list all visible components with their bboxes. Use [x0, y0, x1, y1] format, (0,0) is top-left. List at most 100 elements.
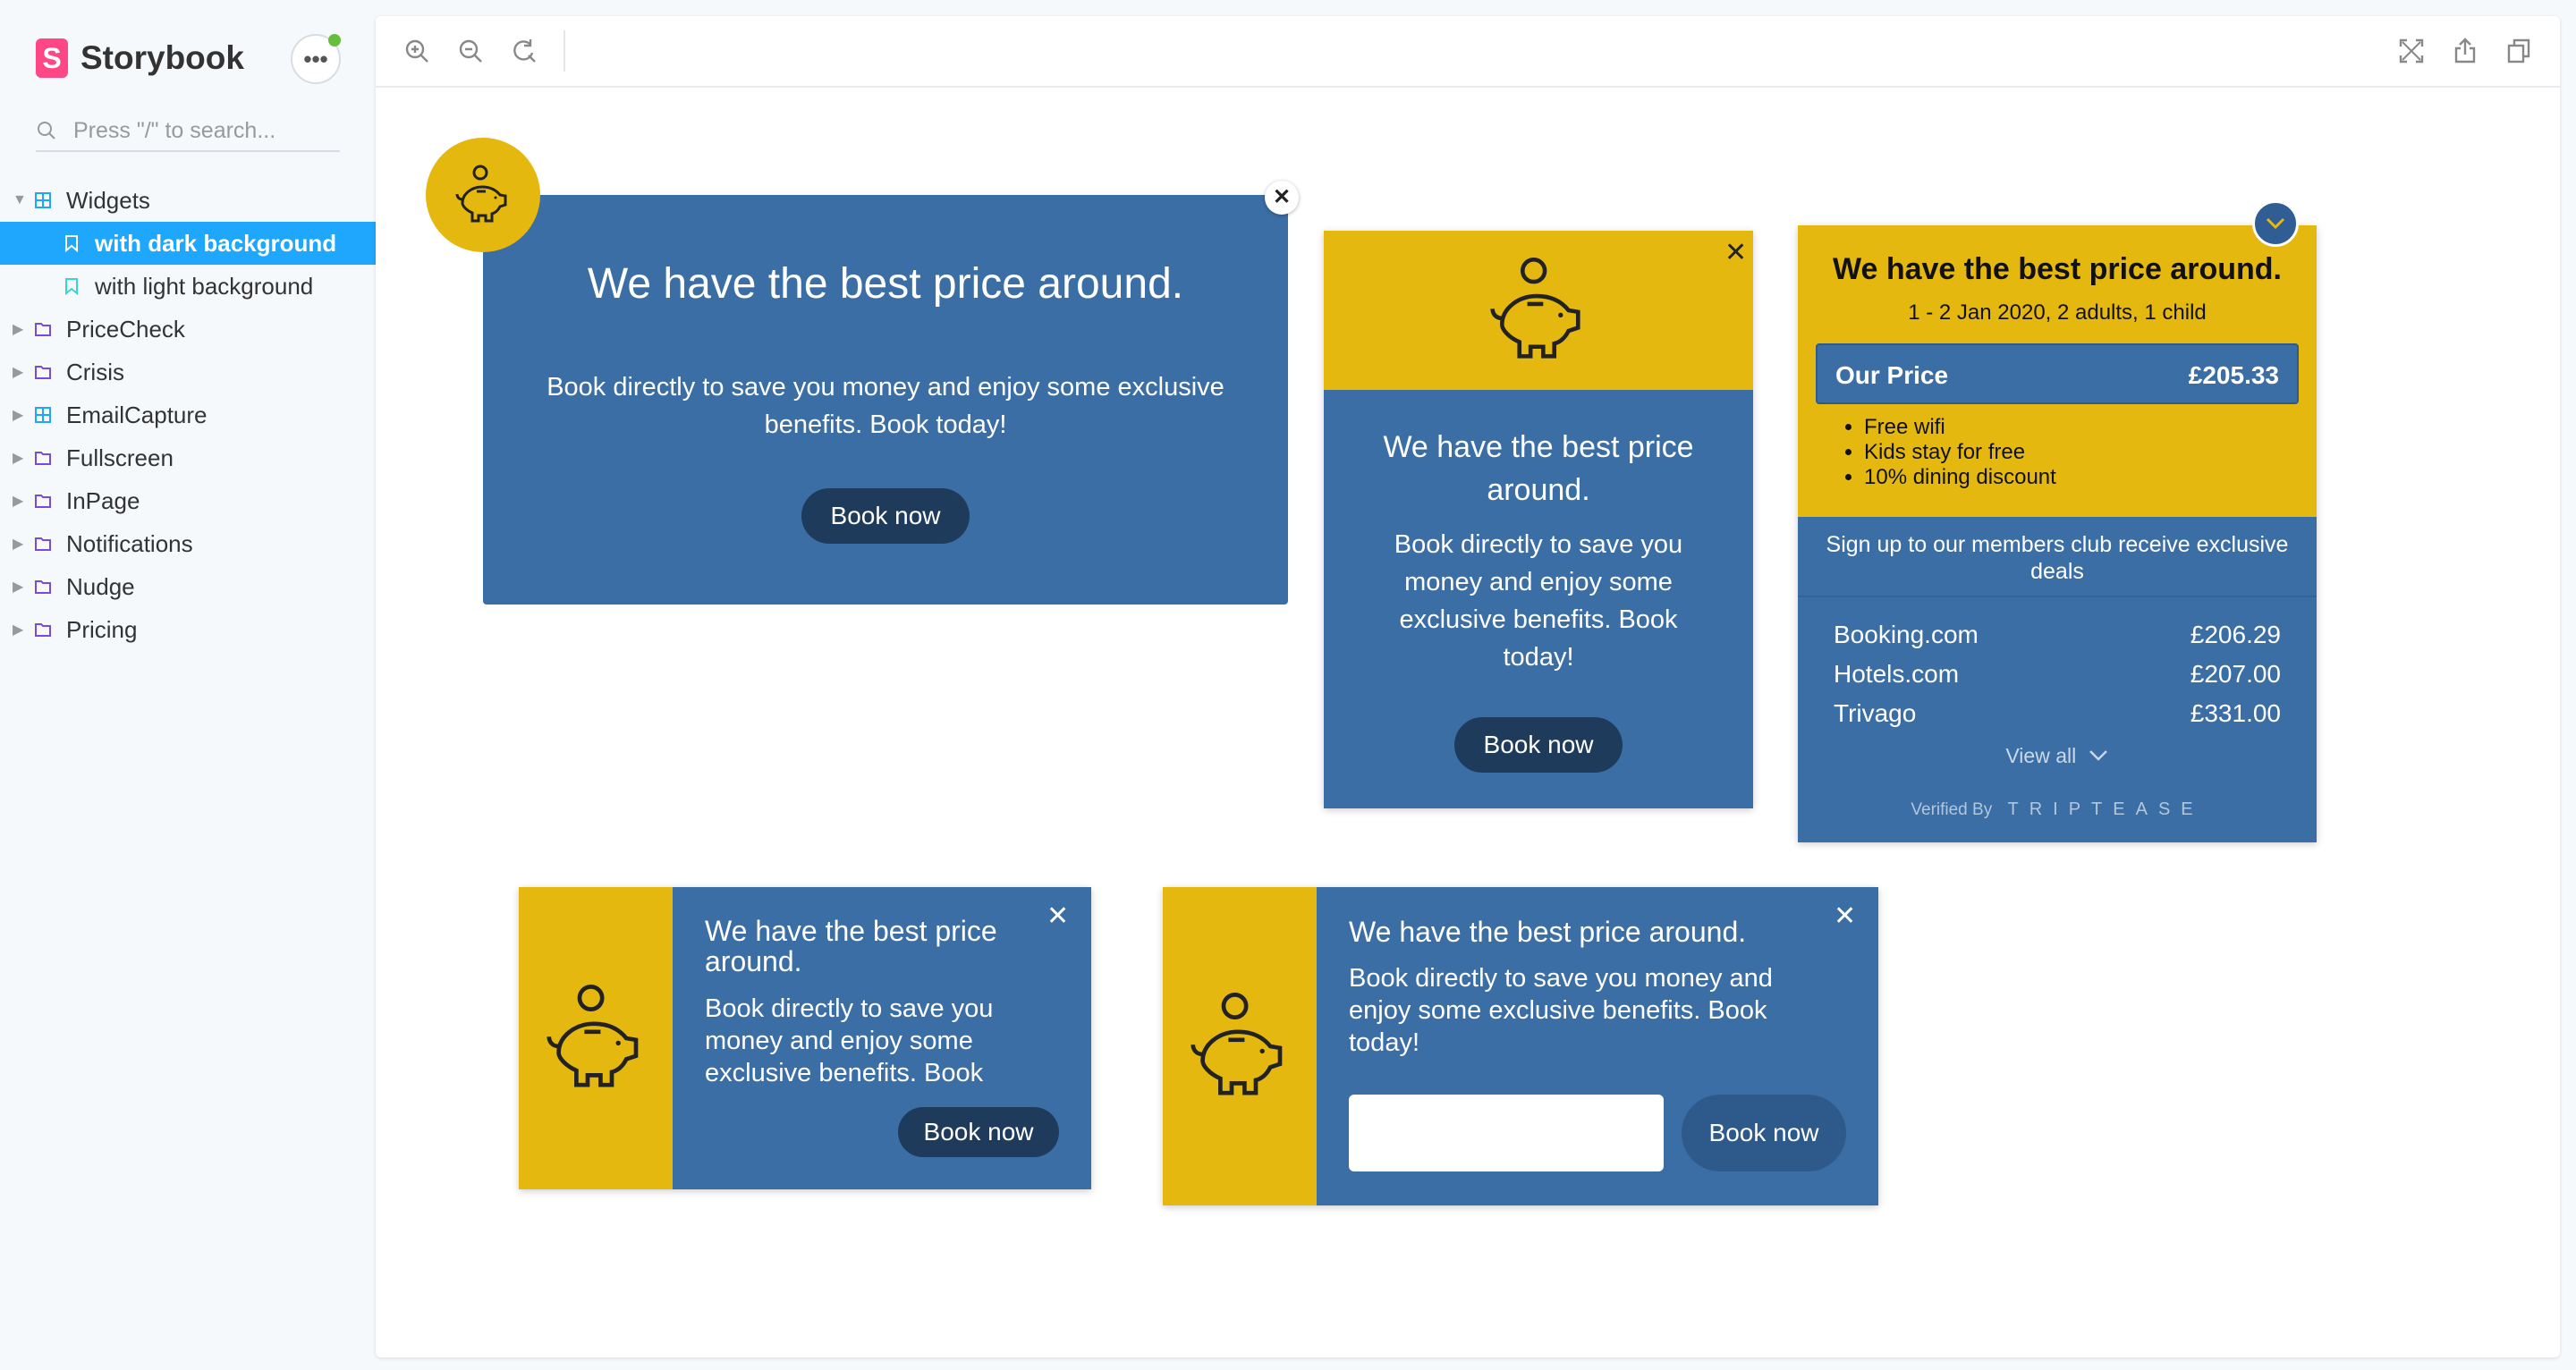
book-now-button[interactable]: Book now — [1682, 1095, 1846, 1171]
competitor-row: Hotels.com £207.00 — [1834, 660, 2281, 699]
sidebar-item-fullscreen[interactable]: ▶ Fullscreen — [0, 436, 376, 479]
benefits-list: Free wifi Kids stay for free 10% dining … — [1816, 415, 2056, 490]
sidebar-item-label: Widgets — [66, 186, 150, 214]
zoom-out-icon — [459, 39, 482, 63]
close-button[interactable]: ✕ — [1265, 181, 1299, 215]
banner-body: Book directly to save you money and enjo… — [547, 373, 1224, 439]
folder-icon — [32, 318, 54, 340]
competitor-list: Booking.com £206.29 Hotels.com £207.00 T… — [1834, 621, 2281, 739]
our-price-label: Our Price — [1835, 361, 1949, 389]
sidebar-item-pricecheck[interactable]: ▶ PriceCheck — [0, 308, 376, 351]
component-icon — [32, 190, 54, 211]
sidebar-item-label: InPage — [66, 486, 140, 514]
chevron-right-icon: ▶ — [13, 322, 24, 337]
benefit-item: Free wifi — [1864, 415, 2056, 440]
zoom-out-button[interactable] — [451, 31, 490, 71]
competitor-row: Booking.com £206.29 — [1834, 621, 2281, 660]
chevron-down-icon — [2266, 217, 2285, 230]
close-button[interactable]: ✕ — [1834, 903, 1856, 930]
competitor-row: Trivago £331.00 — [1834, 699, 2281, 739]
benefit-item: Kids stay for free — [1864, 440, 2056, 465]
pricecheck-body: Sign up to our members club receive excl… — [1798, 517, 2317, 842]
email-body: Book directly to save you money and enjo… — [1349, 964, 1773, 1057]
sidebar-item-inpage[interactable]: ▶ InPage — [0, 479, 376, 522]
preview-toolbar — [376, 16, 2560, 88]
verified-by: Verified By TRIPTEASE — [1798, 799, 2317, 820]
sidebar-item-nudge[interactable]: ▶ Nudge — [0, 565, 376, 608]
search-input[interactable]: Press "/" to search... — [73, 118, 275, 144]
piggy-bank-badge — [426, 138, 540, 252]
sidebar-item-with-light-background[interactable]: with light background — [0, 265, 376, 308]
pricecheck-header: We have the best price around. 1 - 2 Jan… — [1798, 225, 2317, 517]
collapse-button[interactable] — [2252, 200, 2299, 247]
notification-body: Book directly to save you money and enjo… — [705, 994, 994, 1087]
sidebar-item-crisis[interactable]: ▶ Crisis — [0, 351, 376, 393]
chevron-right-icon: ▶ — [13, 622, 24, 638]
sidebar-item-with-dark-background[interactable]: with dark background — [0, 222, 376, 265]
card-body: Book directly to save you money and enjo… — [1394, 530, 1683, 672]
notification-body-panel: We have the best price around. Book dire… — [673, 887, 1091, 1189]
book-now-button[interactable]: Book now — [1454, 717, 1623, 773]
chevron-right-icon: ▶ — [13, 537, 24, 552]
zoom-in-button[interactable] — [397, 31, 436, 71]
card-widget: ✕ We have the best price around. Book di… — [1324, 231, 1753, 808]
share-button[interactable] — [2445, 31, 2485, 71]
storybook-logo[interactable]: S Storybook — [36, 38, 244, 79]
chevron-right-icon: ▶ — [13, 579, 24, 595]
sidebar-item-label: EmailCapture — [66, 401, 208, 428]
search-box[interactable]: Press "/" to search... — [36, 111, 340, 152]
verified-by-label: Verified By — [1911, 800, 1993, 819]
toolbar-divider — [564, 30, 565, 72]
fullscreen-button[interactable] — [2392, 31, 2431, 71]
reset-zoom-icon — [513, 39, 536, 63]
email-body-panel: We have the best price around. Book dire… — [1317, 887, 1878, 1205]
sidebar-item-notifications[interactable]: ▶ Notifications — [0, 522, 376, 565]
our-price-value: £205.33 — [2188, 361, 2279, 389]
competitor-name: Hotels.com — [1834, 660, 1960, 688]
folder-icon — [32, 619, 54, 640]
signup-text[interactable]: Sign up to our members club receive excl… — [1816, 531, 2299, 585]
sidebar-item-label: Pricing — [66, 615, 138, 643]
update-indicator-dot — [328, 34, 341, 47]
sidebar-item-pricing[interactable]: ▶ Pricing — [0, 608, 376, 651]
reset-zoom-button[interactable] — [504, 31, 544, 71]
close-button[interactable]: ✕ — [1046, 903, 1069, 930]
notification-widget: We have the best price around. Book dire… — [519, 887, 1091, 1189]
banner-title: We have the best price around. — [587, 260, 1184, 308]
book-now-button[interactable]: Book now — [801, 488, 970, 544]
email-title: We have the best price around. — [1349, 916, 1747, 948]
sidebar-item-label: Notifications — [66, 529, 193, 557]
folder-icon — [32, 490, 54, 512]
close-button[interactable]: ✕ — [1724, 240, 1747, 266]
competitor-price: £206.29 — [2190, 621, 2281, 648]
triptease-logo: TRIPTEASE — [2007, 799, 2204, 819]
preview-panel: ✕ We have the best price around. Book di… — [376, 16, 2560, 1357]
bookmark-icon — [61, 275, 82, 297]
copy-button[interactable] — [2499, 31, 2538, 71]
view-all-link[interactable]: View all — [1798, 744, 2317, 768]
sidebar-item-emailcapture[interactable]: ▶ EmailCapture — [0, 393, 376, 436]
pricecheck-subtitle: 1 - 2 Jan 2020, 2 adults, 1 child — [1908, 300, 2207, 325]
chevron-right-icon: ▶ — [13, 494, 24, 509]
sidebar: S Storybook ••• Press "/" to search... ▼… — [0, 0, 376, 1370]
competitor-name: Trivago — [1834, 699, 1917, 727]
book-now-button[interactable]: Book now — [898, 1107, 1059, 1157]
piggy-bank-icon — [455, 165, 507, 223]
pricecheck-title: We have the best price around. — [1833, 252, 2282, 286]
more-menu-button[interactable]: ••• — [291, 34, 341, 84]
sidebar-item-widgets[interactable]: ▼ Widgets — [0, 179, 376, 222]
divider — [1798, 596, 2317, 597]
email-field[interactable] — [1349, 1095, 1664, 1171]
our-price-row: Our Price £205.33 — [1816, 343, 2299, 404]
chevron-down-icon: ▼ — [13, 192, 27, 207]
share-icon — [2454, 38, 2476, 63]
chevron-right-icon: ▶ — [13, 451, 24, 466]
sidebar-item-label: with dark background — [95, 229, 337, 257]
piggy-bank-icon — [1191, 993, 1283, 1095]
folder-icon — [32, 576, 54, 597]
pricecheck-widget: We have the best price around. 1 - 2 Jan… — [1798, 200, 2317, 842]
email-capture-widget: We have the best price around. Book dire… — [1163, 887, 1878, 1205]
notification-title: We have the best price around. — [705, 915, 997, 977]
chevron-right-icon: ▶ — [13, 365, 24, 380]
chevron-right-icon: ▶ — [13, 408, 24, 423]
